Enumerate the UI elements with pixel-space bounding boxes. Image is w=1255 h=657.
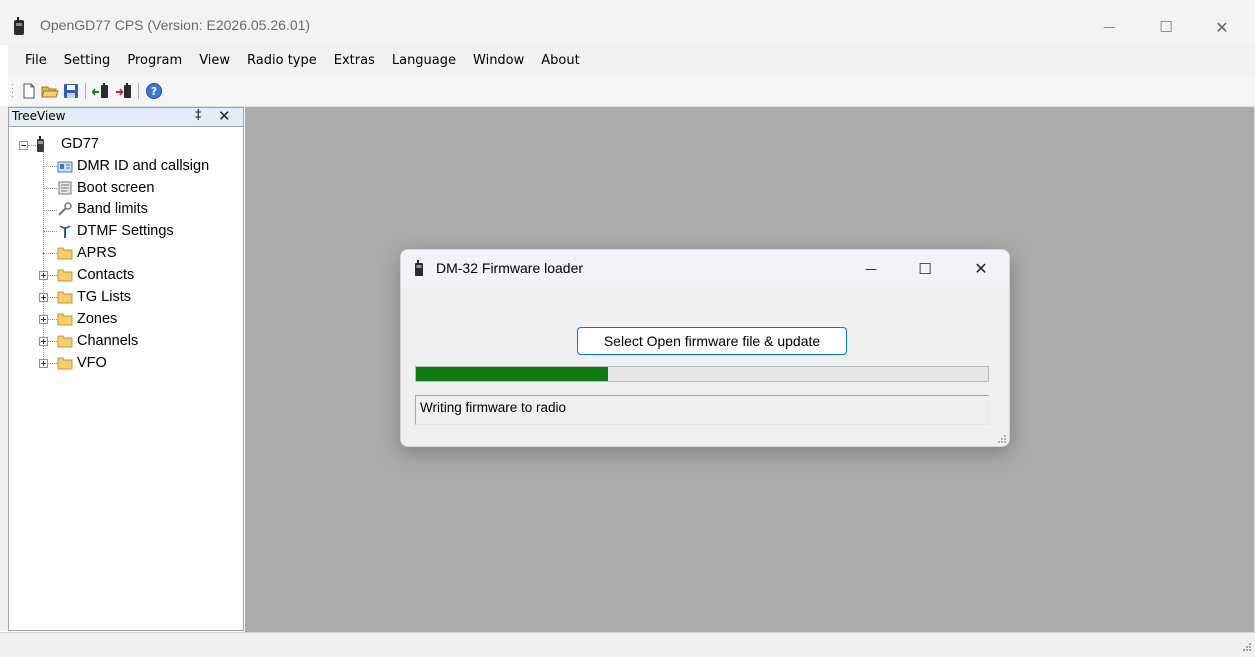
toolbar: ? (8, 76, 1255, 107)
help-icon[interactable]: ? (145, 82, 163, 100)
tree-item-vfo[interactable]: VFO (77, 355, 107, 371)
folder-icon (57, 291, 73, 304)
tree-item-zones[interactable]: Zones (77, 311, 117, 327)
tree-expand-toggle[interactable] (39, 337, 48, 346)
menu-setting[interactable]: Setting (57, 53, 118, 68)
tree-item-dmr-id[interactable]: DMR ID and callsign (77, 158, 209, 174)
tree-item-tg-lists[interactable]: TG Lists (77, 289, 131, 305)
write-to-radio-icon[interactable] (115, 82, 133, 100)
tree-collapse-toggle[interactable] (19, 141, 28, 150)
maximize-icon: ☐ (918, 259, 932, 278)
dialog-maximize-button[interactable]: ☐ (898, 250, 952, 287)
tree-expand-toggle[interactable] (39, 293, 48, 302)
tree-item-dtmf-settings[interactable]: DTMF Settings (77, 223, 174, 239)
tree-connector (43, 253, 57, 254)
read-from-radio-icon[interactable] (92, 82, 110, 100)
antenna-icon (59, 225, 71, 238)
window-frame-left (0, 106, 8, 631)
minimize-button[interactable]: — (1086, 9, 1132, 45)
tree-connector (48, 297, 57, 298)
firmware-loader-dialog: DM-32 Firmware loader — ☐ ✕ Select Open … (400, 249, 1010, 447)
status-text-box: Writing firmware to radio (415, 395, 989, 425)
open-folder-icon[interactable] (41, 82, 59, 100)
status-bar (0, 632, 1255, 657)
tree-item-contacts[interactable]: Contacts (77, 267, 134, 283)
menu-window[interactable]: Window (466, 53, 531, 68)
tree-connector (43, 210, 57, 211)
boot-screen-icon (58, 181, 72, 195)
wrench-icon (58, 202, 72, 216)
dialog-minimize-button[interactable]: — (844, 250, 898, 287)
firmware-progress-bar (415, 366, 989, 382)
radio-icon (37, 136, 44, 152)
new-file-icon[interactable] (20, 82, 38, 100)
radio-app-icon (14, 17, 24, 35)
minimize-icon: — (1103, 20, 1115, 34)
menu-bar: File Setting Program View Radio type Ext… (8, 45, 1255, 76)
folder-icon (57, 269, 73, 282)
maximize-icon: ☐ (1159, 18, 1173, 36)
maximize-button[interactable]: ☐ (1143, 9, 1189, 45)
menu-radio-type[interactable]: Radio type (240, 53, 324, 68)
tree-connector (43, 231, 57, 232)
toolbar-separator (85, 83, 86, 99)
tree-connector (48, 275, 57, 276)
svg-text:?: ? (151, 85, 157, 98)
close-button[interactable]: ✕ (1199, 9, 1245, 45)
save-icon[interactable] (62, 82, 80, 100)
toolbar-separator (138, 83, 139, 99)
progress-fill (416, 367, 608, 381)
treeview-close-icon[interactable]: ✕ (218, 107, 231, 125)
dialog-close-button[interactable]: ✕ (954, 250, 1008, 287)
close-icon: ✕ (1215, 17, 1229, 37)
dmr-id-icon (57, 161, 73, 173)
menu-file[interactable]: File (18, 53, 54, 68)
treeview-title: TreeView (12, 109, 66, 123)
folder-icon (57, 313, 73, 326)
tree-expand-toggle[interactable] (39, 315, 48, 324)
tree-root-gd77[interactable]: GD77 (61, 136, 99, 152)
menu-about[interactable]: About (534, 53, 586, 68)
close-icon: ✕ (974, 259, 988, 278)
folder-icon (57, 335, 73, 348)
tree-item-channels[interactable]: Channels (77, 333, 138, 349)
menu-view[interactable]: View (192, 53, 237, 68)
tree-connector (28, 145, 36, 146)
toolbar-grip-icon (12, 84, 13, 97)
tree-expand-toggle[interactable] (39, 359, 48, 368)
radio-icon (415, 260, 423, 276)
menu-language[interactable]: Language (385, 53, 463, 68)
status-message: Writing firmware to radio (420, 400, 567, 415)
tree-connector (43, 166, 57, 167)
select-firmware-button[interactable]: Select Open firmware file & update (577, 327, 847, 355)
tree-item-band-limits[interactable]: Band limits (77, 201, 148, 217)
resize-grip-icon[interactable] (995, 434, 1007, 446)
dialog-title: DM-32 Firmware loader (436, 260, 584, 276)
window-title: OpenGD77 CPS (Version: E2026.05.26.01) (40, 17, 311, 33)
pin-icon[interactable]: ‡ (195, 108, 202, 123)
tree-connector (48, 363, 57, 364)
tree-connector (48, 341, 57, 342)
folder-icon (57, 247, 73, 260)
folder-icon (57, 357, 73, 370)
menu-extras[interactable]: Extras (327, 53, 382, 68)
tree-connector (48, 319, 57, 320)
tree-item-aprs[interactable]: APRS (77, 245, 117, 261)
minimize-icon: — (865, 261, 877, 276)
menu-program[interactable]: Program (120, 53, 189, 68)
resize-grip-icon[interactable] (1238, 641, 1252, 653)
tree-connector (43, 188, 57, 189)
tree-expand-toggle[interactable] (39, 271, 48, 280)
tree-item-boot-screen[interactable]: Boot screen (77, 180, 154, 196)
tree-connector (43, 149, 44, 363)
